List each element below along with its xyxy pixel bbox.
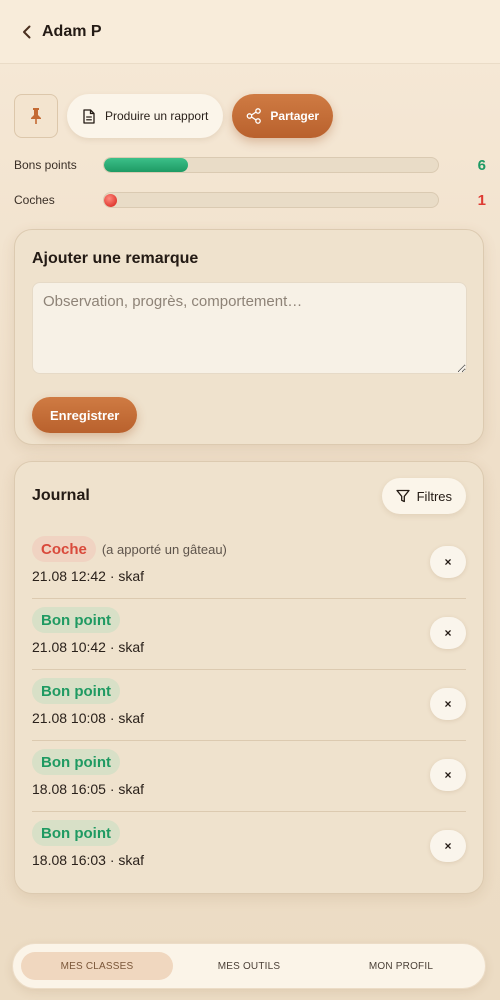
delete-entry-button[interactable]: × <box>430 688 466 720</box>
bon-point-badge: Bon point <box>32 678 120 704</box>
action-bar: Produire un rapport Partager <box>14 94 334 138</box>
delete-entry-button[interactable]: × <box>430 617 466 649</box>
stat-value: 1 <box>477 191 486 209</box>
delete-entry-button[interactable]: × <box>430 759 466 791</box>
coche-badge: Coche <box>32 536 96 562</box>
produce-report-button[interactable]: Produire un rapport <box>67 94 224 138</box>
progress-fill <box>104 158 188 172</box>
nav-item-mes-classes[interactable]: MES CLASSES <box>21 952 173 980</box>
card-title: Journal <box>32 487 90 504</box>
document-icon <box>83 108 95 124</box>
filter-icon <box>395 489 410 503</box>
share-icon <box>247 108 262 124</box>
journal-card: Journal Filtres Coche (a apporté un gâte… <box>14 461 484 894</box>
stat-label: Bons points <box>14 158 77 172</box>
bon-point-badge: Bon point <box>32 820 120 846</box>
share-button[interactable]: Partager <box>232 94 334 138</box>
entry-meta: 21.08 10:42 · skaf <box>32 639 145 655</box>
entry-meta: 21.08 12:42 · skaf <box>32 568 145 584</box>
journal-entry: Bon point 21.08 10:42 · skaf × <box>32 599 466 670</box>
chevron-left-icon[interactable] <box>18 22 34 42</box>
journal-header: Journal Filtres <box>32 478 466 514</box>
journal-entry: Bon point 21.08 10:08 · skaf × <box>32 670 466 741</box>
stat-value: 6 <box>477 156 486 174</box>
delete-entry-button[interactable]: × <box>430 830 466 862</box>
bottom-nav: MES CLASSES MES OUTILS MON PROFIL <box>12 943 486 989</box>
progress-track <box>103 192 439 208</box>
journal-entry: Bon point 18.08 16:03 · skaf × <box>32 812 466 883</box>
card-title: Ajouter une remarque <box>32 250 199 267</box>
journal-entry: Bon point 18.08 16:05 · skaf × <box>32 741 466 812</box>
share-label: Partager <box>270 109 320 123</box>
pin-icon <box>31 108 41 124</box>
stat-label: Coches <box>14 193 55 207</box>
stat-coches: Coches 1 <box>14 190 486 210</box>
save-button[interactable]: Enregistrer <box>32 397 138 433</box>
produce-report-label: Produire un rapport <box>105 109 209 123</box>
page-title: Adam P <box>42 22 102 40</box>
entry-meta: 18.08 16:03 · skaf <box>32 852 145 868</box>
filters-label: Filtres <box>416 488 452 504</box>
nav-item-mes-outils[interactable]: MES OUTILS <box>173 952 325 980</box>
stat-bons-points: Bons points 6 <box>14 155 486 175</box>
progress-fill <box>104 194 117 207</box>
app-header: Adam P <box>0 0 500 64</box>
progress-track <box>103 157 439 173</box>
add-remark-card: Ajouter une remarque Enregistrer <box>14 229 484 445</box>
delete-entry-button[interactable]: × <box>430 546 466 578</box>
journal-list: Coche (a apporté un gâteau) 21.08 12:42 … <box>32 528 466 883</box>
entry-meta: 21.08 10:08 · skaf <box>32 710 145 726</box>
nav-item-mon-profil[interactable]: MON PROFIL <box>325 952 477 980</box>
bon-point-badge: Bon point <box>32 749 120 775</box>
bon-point-badge: Bon point <box>32 607 120 633</box>
journal-entry: Coche (a apporté un gâteau) 21.08 12:42 … <box>32 528 466 599</box>
remark-input[interactable] <box>32 282 467 374</box>
entry-note: (a apporté un gâteau) <box>101 541 227 557</box>
filters-button[interactable]: Filtres <box>381 478 466 514</box>
entry-meta: 18.08 16:05 · skaf <box>32 781 145 797</box>
pin-button[interactable] <box>14 94 58 138</box>
